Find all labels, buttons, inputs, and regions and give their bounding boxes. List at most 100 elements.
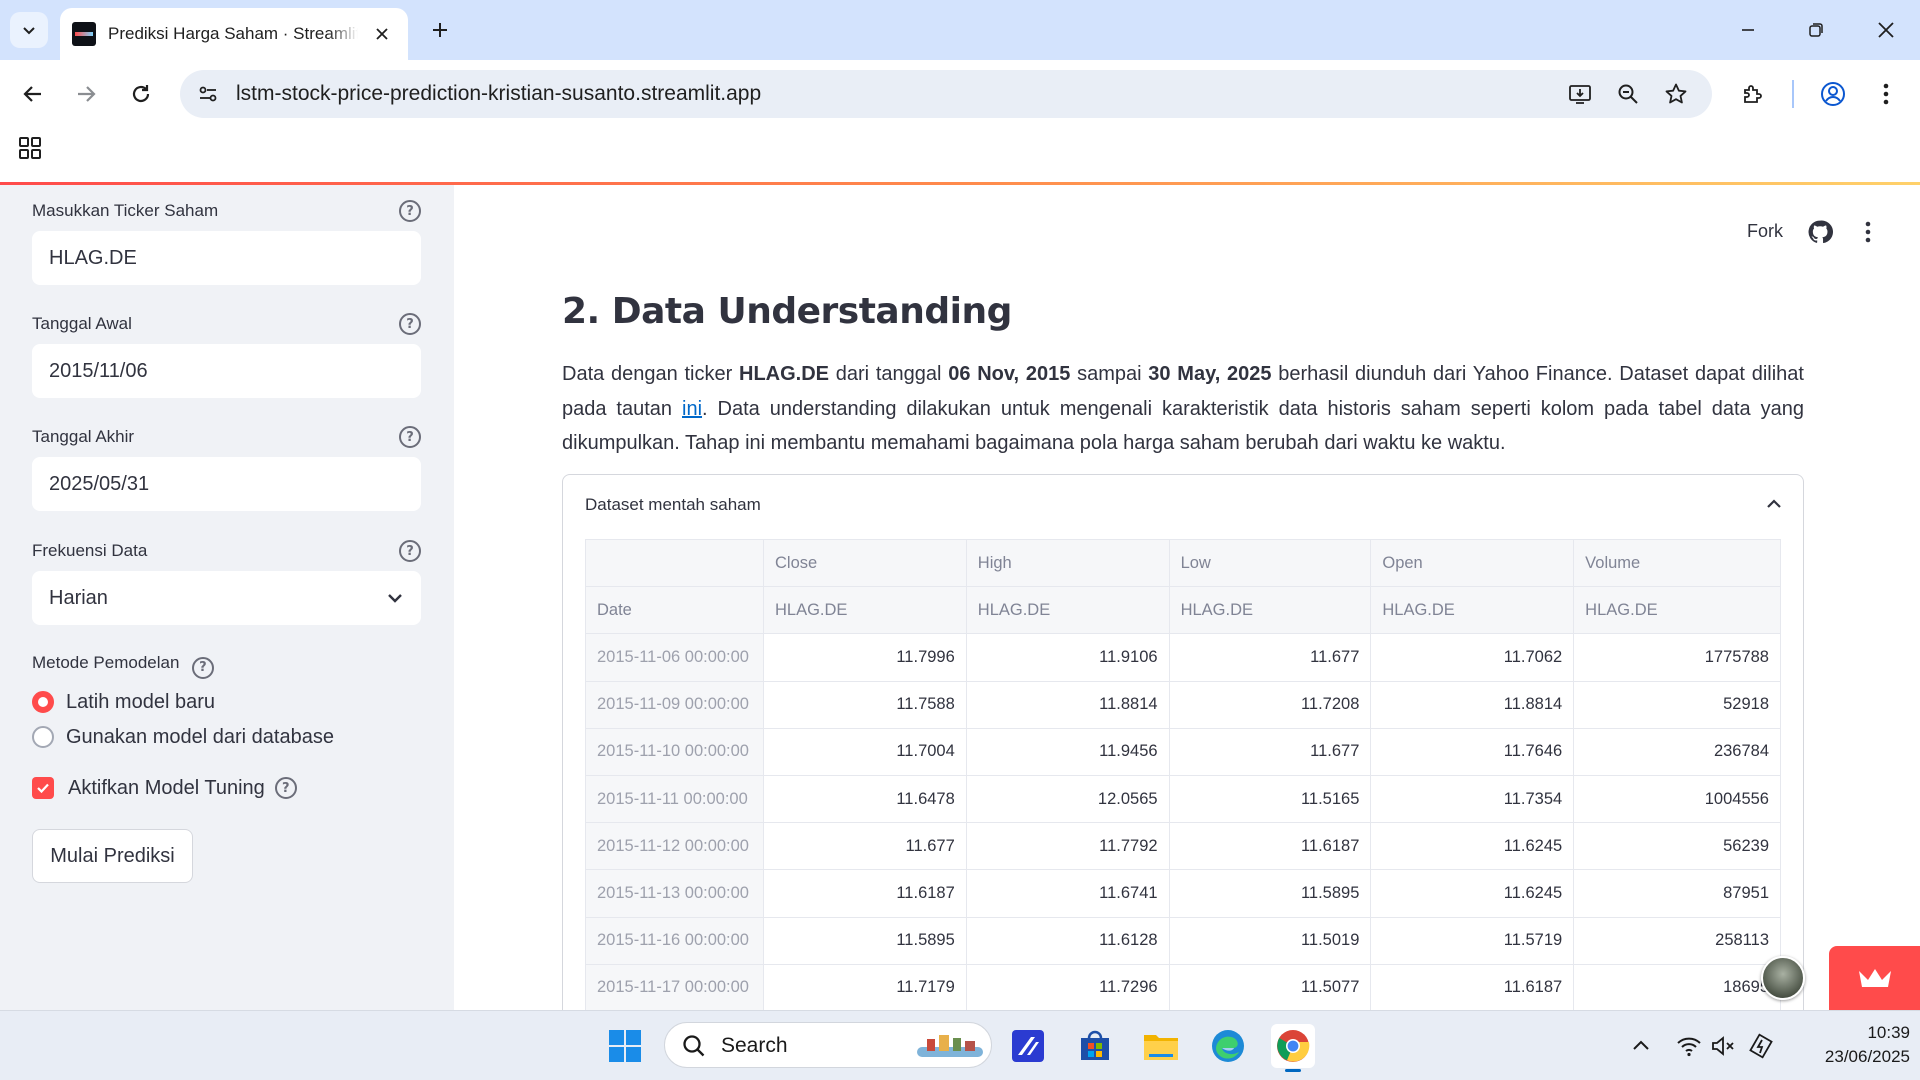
date-cell[interactable]: 2015-11-09 00:00:00 (585, 680, 764, 729)
table-cell[interactable]: 11.6187 (762, 869, 967, 918)
radio-option-train-new[interactable]: Latih model baru (32, 687, 215, 717)
date-cell[interactable]: 2015-11-13 00:00:00 (585, 869, 764, 918)
table-cell[interactable]: 52918 (1573, 680, 1781, 729)
date-cell[interactable]: 2015-11-10 00:00:00 (585, 727, 764, 776)
table-cell[interactable]: 11.6245 (1370, 822, 1575, 871)
dataset-link[interactable]: ini (682, 398, 702, 420)
expander-title[interactable]: Dataset mentah saham (585, 495, 761, 515)
table-cell[interactable]: 11.8814 (965, 680, 1170, 729)
user-avatar[interactable] (1761, 956, 1805, 1000)
table-cell[interactable]: 11.7996 (762, 633, 967, 682)
table-cell[interactable]: 11.5895 (1168, 869, 1372, 918)
date-cell[interactable]: 2015-11-06 00:00:00 (585, 633, 764, 682)
date-cell[interactable]: 2015-11-11 00:00:00 (585, 774, 764, 824)
apps-grid-icon[interactable] (18, 136, 42, 160)
column-subheader[interactable]: HLAG.DE (965, 586, 1170, 635)
date-cell[interactable]: 2015-11-16 00:00:00 (585, 916, 764, 965)
table-cell[interactable]: 11.677 (1168, 727, 1372, 776)
taskbar-app-pen[interactable] (1006, 1024, 1050, 1068)
extensions-button[interactable] (1733, 74, 1773, 114)
install-app-icon[interactable] (1564, 78, 1596, 110)
radio-option-use-database[interactable]: Gunakan model dari database (32, 722, 334, 752)
help-icon[interactable]: ? (399, 540, 421, 562)
column-header[interactable]: Low (1168, 538, 1372, 588)
table-cell[interactable]: 56239 (1573, 822, 1781, 871)
start-button[interactable] (603, 1024, 647, 1068)
table-cell[interactable]: 258113 (1573, 916, 1781, 965)
table-cell[interactable]: 1004556 (1573, 774, 1781, 824)
table-cell[interactable]: 87951 (1573, 869, 1781, 918)
table-cell[interactable]: 11.677 (762, 822, 967, 871)
help-icon[interactable]: ? (399, 313, 421, 335)
table-cell[interactable]: 11.7004 (762, 727, 967, 776)
volume-muted-icon[interactable] (1710, 1033, 1736, 1059)
system-clock[interactable]: 10:39 23/06/2025 (1790, 1021, 1910, 1069)
table-cell[interactable]: 11.6187 (1370, 963, 1575, 1010)
chevron-up-icon[interactable] (1628, 1033, 1654, 1059)
help-icon[interactable]: ? (191, 656, 214, 679)
table-cell[interactable]: 11.7296 (965, 963, 1170, 1010)
table-cell[interactable]: 11.7354 (1370, 774, 1575, 824)
close-tab-icon[interactable] (370, 22, 394, 46)
table-cell[interactable]: 11.6245 (1370, 869, 1575, 918)
minimize-button[interactable] (1718, 10, 1778, 50)
date-cell[interactable]: 2015-11-17 00:00:00 (585, 963, 764, 1010)
table-cell[interactable]: 11.8814 (1370, 680, 1575, 729)
column-header[interactable]: Close (762, 538, 967, 588)
index-header[interactable]: Date (585, 586, 764, 635)
taskbar-app-explorer[interactable] (1139, 1024, 1183, 1068)
table-cell[interactable]: 11.7646 (1370, 727, 1575, 776)
table-cell[interactable]: 12.0565 (965, 774, 1170, 824)
help-icon[interactable]: ? (274, 777, 297, 799)
column-header[interactable]: Open (1370, 538, 1575, 588)
browser-tab-active[interactable]: Prediksi Harga Saham · Streamlit (60, 8, 408, 60)
ticker-input[interactable]: HLAG.DE (32, 231, 421, 285)
tuning-checkbox[interactable]: Aktifkan Model Tuning ? (32, 773, 297, 803)
address-bar[interactable]: lstm-stock-price-prediction-kristian-sus… (180, 70, 1712, 118)
help-icon[interactable]: ? (399, 426, 421, 448)
new-tab-button[interactable] (424, 14, 456, 46)
table-cell[interactable]: 11.9106 (965, 633, 1170, 682)
column-subheader[interactable]: HLAG.DE (762, 586, 967, 635)
column-subheader[interactable]: HLAG.DE (1168, 586, 1372, 635)
table-cell[interactable]: 11.6187 (1168, 822, 1372, 871)
table-cell[interactable]: 11.5719 (1370, 916, 1575, 965)
battery-charging-icon[interactable] (1748, 1033, 1774, 1059)
column-subheader[interactable]: HLAG.DE (1370, 586, 1575, 635)
taskbar-app-chrome[interactable] (1271, 1024, 1315, 1072)
table-cell[interactable]: 11.5077 (1168, 963, 1372, 1010)
table-cell[interactable]: 11.6128 (965, 916, 1170, 965)
table-cell[interactable]: 11.9456 (965, 727, 1170, 776)
table-cell[interactable]: 11.677 (1168, 633, 1372, 682)
end-date-input[interactable]: 2025/05/31 (32, 457, 421, 511)
zoom-icon[interactable] (1612, 78, 1644, 110)
frequency-select[interactable]: Harian (32, 571, 421, 625)
profile-button[interactable] (1813, 74, 1853, 114)
wifi-icon[interactable] (1676, 1033, 1702, 1059)
table-cell[interactable]: 11.7062 (1370, 633, 1575, 682)
table-cell[interactable]: 11.7208 (1168, 680, 1372, 729)
bookmark-star-icon[interactable] (1660, 78, 1692, 110)
table-cell[interactable]: 11.7179 (762, 963, 967, 1010)
back-button[interactable] (13, 74, 53, 114)
date-cell[interactable]: 2015-11-12 00:00:00 (585, 822, 764, 871)
url-text[interactable]: lstm-stock-price-prediction-kristian-sus… (236, 70, 761, 118)
taskbar-app-store[interactable] (1073, 1024, 1117, 1068)
fork-link[interactable]: Fork (1747, 221, 1783, 242)
chevron-up-icon[interactable] (1763, 493, 1785, 515)
column-header[interactable]: High (965, 538, 1170, 588)
help-icon[interactable]: ? (399, 200, 421, 222)
streamlit-manage-app-button[interactable] (1829, 946, 1920, 1010)
table-cell[interactable]: 18695 (1573, 963, 1781, 1010)
start-prediction-button[interactable]: Mulai Prediksi (32, 829, 193, 883)
start-date-input[interactable]: 2015/11/06 (32, 344, 421, 398)
restore-button[interactable] (1786, 10, 1846, 50)
table-cell[interactable]: 11.7588 (762, 680, 967, 729)
close-window-button[interactable] (1856, 10, 1916, 50)
column-subheader[interactable]: HLAG.DE (1573, 586, 1781, 635)
taskbar-app-edge[interactable] (1206, 1024, 1250, 1068)
table-cell[interactable]: 11.5019 (1168, 916, 1372, 965)
browser-menu-button[interactable] (1866, 74, 1906, 114)
reload-button[interactable] (121, 74, 161, 114)
forward-button[interactable] (66, 74, 106, 114)
